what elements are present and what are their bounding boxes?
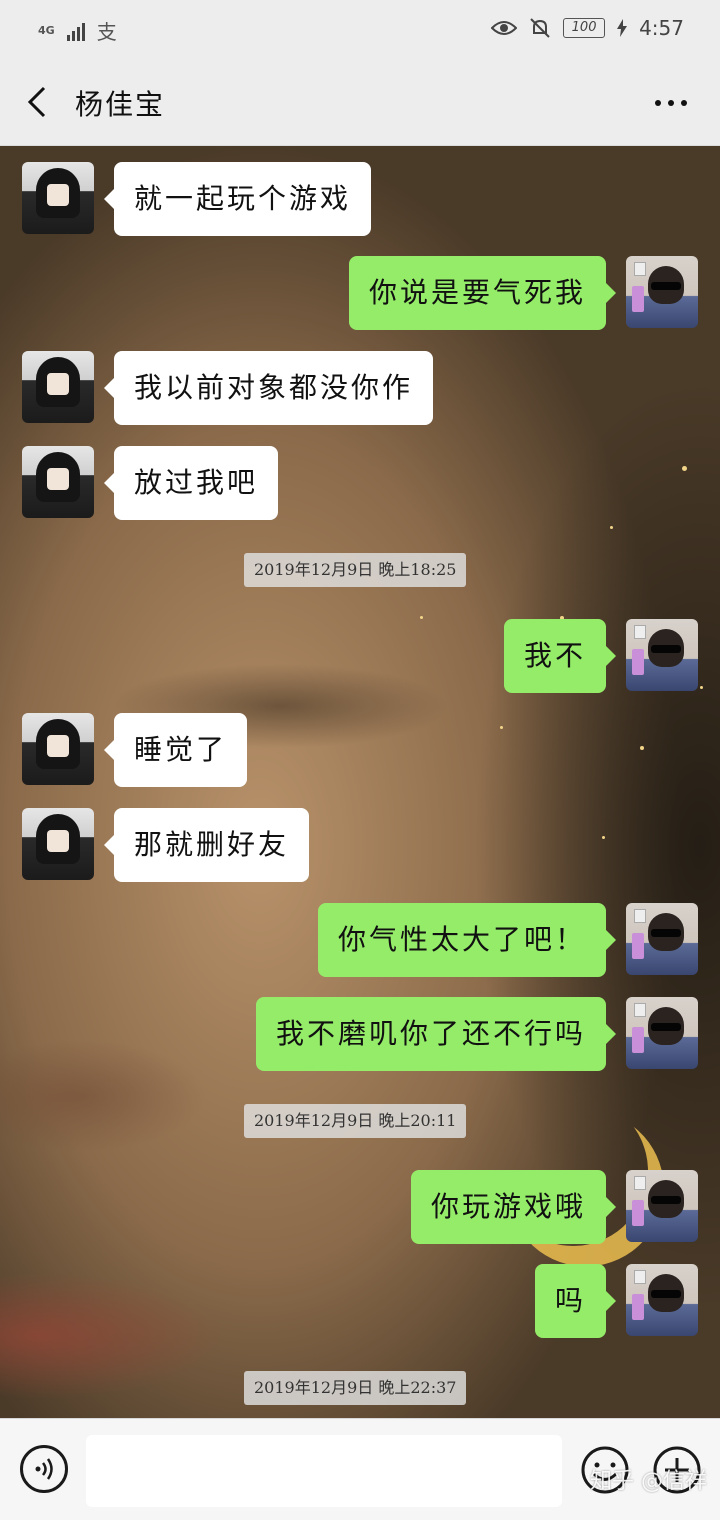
- user-avatar[interactable]: [626, 997, 698, 1069]
- eye-icon: [491, 21, 518, 35]
- message-bubble-incoming[interactable]: 我以前对象都没你作: [103, 351, 434, 425]
- user-avatar[interactable]: [626, 1170, 698, 1242]
- status-right: 100 4:57: [491, 16, 684, 40]
- voice-button[interactable]: [20, 1445, 68, 1493]
- message-bubble-incoming[interactable]: 就一起玩个游戏: [103, 162, 372, 236]
- contact-avatar[interactable]: [22, 713, 94, 785]
- message-bubble-outgoing[interactable]: 吗: [534, 1264, 617, 1338]
- network-type-label: 4G: [38, 24, 55, 37]
- message-bubble-outgoing[interactable]: 你说是要气死我: [348, 256, 617, 330]
- user-avatar[interactable]: [626, 256, 698, 328]
- back-chevron-icon: [27, 86, 46, 118]
- message-bubble-incoming[interactable]: 睡觉了: [103, 713, 248, 787]
- mute-bell-icon: [530, 18, 550, 38]
- user-avatar[interactable]: [626, 903, 698, 975]
- contact-avatar[interactable]: [22, 808, 94, 880]
- message-bubble-incoming[interactable]: 放过我吧: [103, 446, 279, 520]
- message-timestamp: 2019年12月9日 晚上20:11: [244, 1104, 467, 1138]
- contact-avatar[interactable]: [22, 446, 94, 518]
- status-bar: 4G 支 100 4:57: [0, 0, 720, 60]
- message-bubble-outgoing[interactable]: 我不: [503, 619, 617, 693]
- input-bar: 知乎 @信祥: [0, 1418, 720, 1520]
- message-timestamp: 2019年12月9日 晚上18:25: [244, 553, 467, 587]
- more-dots-icon: [655, 100, 687, 106]
- signal-icon: [66, 21, 85, 41]
- contact-avatar[interactable]: [22, 162, 94, 234]
- message-bubble-outgoing[interactable]: 你玩游戏哦: [410, 1170, 617, 1244]
- clock: 4:57: [639, 16, 684, 40]
- voice-icon: [35, 1458, 53, 1480]
- message-timestamp: 2019年12月9日 晚上22:37: [244, 1371, 467, 1405]
- battery-indicator: 100: [563, 18, 606, 38]
- user-avatar[interactable]: [626, 1264, 698, 1336]
- message-bubble-outgoing[interactable]: 你气性太大了吧！: [317, 903, 617, 977]
- alipay-icon: 支: [96, 20, 117, 44]
- message-bubble-incoming[interactable]: 那就删好友: [103, 808, 310, 882]
- message-bubble-outgoing[interactable]: 我不磨叽你了还不行吗: [255, 997, 617, 1071]
- more-button[interactable]: [646, 88, 696, 118]
- watermark: 知乎 @信祥: [590, 1469, 707, 1494]
- chat-area[interactable]: 就一起玩个游戏 你说是要气死我 我以前对象都没你作 放过我吧 2019年12月9…: [0, 146, 720, 1418]
- status-left: 4G 支: [38, 16, 117, 45]
- back-button[interactable]: [16, 80, 60, 124]
- charging-icon: [617, 19, 628, 37]
- chat-header: 杨佳宝: [0, 60, 720, 146]
- chat-title: 杨佳宝: [75, 88, 166, 121]
- message-input[interactable]: [86, 1435, 562, 1507]
- user-avatar[interactable]: [626, 619, 698, 691]
- contact-avatar[interactable]: [22, 351, 94, 423]
